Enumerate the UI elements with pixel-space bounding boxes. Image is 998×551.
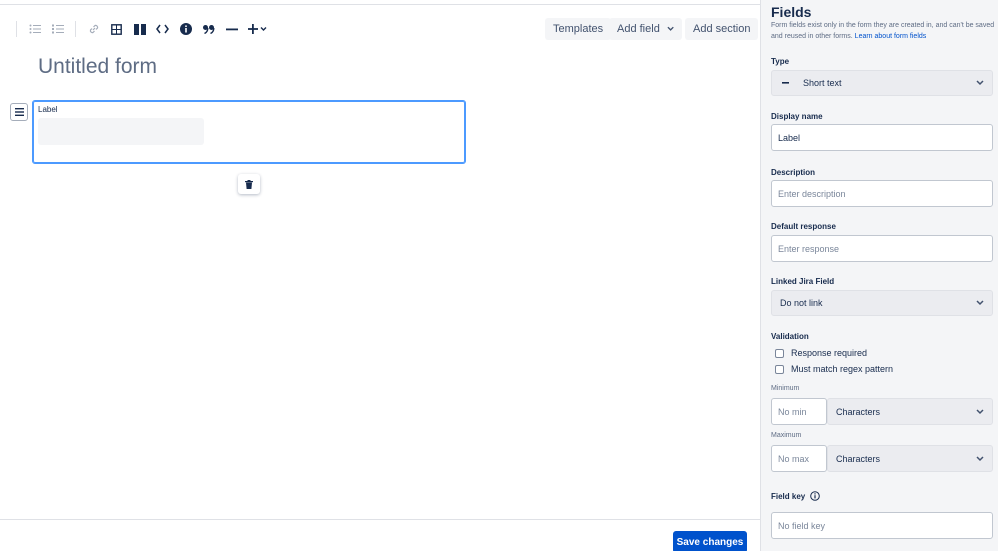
field-key-label-row: Field key — [771, 491, 821, 501]
linked-jira-label: Linked Jira Field — [771, 277, 835, 286]
max-unit-select[interactable]: Characters — [827, 445, 993, 472]
chevron-down-icon — [976, 455, 984, 461]
add-field-label: Add field — [617, 23, 660, 35]
field-key-input[interactable]: No field key — [771, 512, 993, 539]
chevron-down-icon — [976, 408, 984, 414]
templates-button[interactable]: Templates — [545, 18, 612, 40]
add-section-label: Add section — [693, 23, 751, 35]
min-input[interactable]: No min — [771, 398, 827, 425]
min-unit-value: Characters — [836, 406, 881, 417]
toolbar-separator — [16, 21, 17, 37]
save-changes-label: Save changes — [676, 536, 744, 548]
description-label: Description — [771, 168, 816, 177]
code-icon[interactable] — [152, 18, 174, 40]
panel-title: Fields — [771, 4, 812, 20]
default-response-label: Default response — [771, 222, 836, 231]
max-input[interactable]: No max — [771, 445, 827, 472]
numbered-list-icon[interactable] — [47, 18, 69, 40]
field-label: Label — [38, 105, 58, 114]
form-field-card[interactable]: Label — [32, 100, 466, 164]
minimum-label: Minimum — [771, 385, 800, 392]
regex-checkbox[interactable] — [775, 365, 784, 374]
field-key-label: Field key — [771, 491, 806, 501]
top-divider — [0, 4, 760, 5]
validation-label: Validation — [771, 332, 809, 341]
table-icon[interactable] — [106, 18, 128, 40]
drag-handle[interactable] — [10, 103, 28, 121]
trash-icon — [245, 179, 253, 189]
chevron-down-icon — [976, 80, 984, 86]
type-value: Short text — [803, 78, 842, 88]
bullet-list-icon[interactable] — [24, 18, 46, 40]
layout-icon[interactable] — [129, 18, 151, 40]
info-icon[interactable] — [810, 491, 821, 501]
regex-label[interactable]: Must match regex pattern — [791, 364, 893, 374]
add-section-button[interactable]: Add section — [685, 18, 759, 40]
field-preview-input — [38, 118, 204, 145]
display-name-label: Display name — [771, 112, 823, 121]
linked-jira-value: Do not link — [780, 298, 823, 308]
chevron-down-icon — [976, 300, 984, 306]
save-changes-button[interactable]: Save changes — [673, 531, 747, 551]
default-response-input[interactable]: Enter response — [771, 235, 993, 262]
drag-handle-icon — [14, 108, 24, 116]
short-text-icon — [782, 82, 789, 84]
quote-icon[interactable] — [198, 18, 220, 40]
divider-icon[interactable] — [221, 18, 243, 40]
add-field-button[interactable]: Add field — [609, 18, 682, 40]
fields-panel: Fields Form fields exist only in the for… — [760, 0, 998, 551]
footer-divider — [0, 519, 760, 520]
insert-icon[interactable] — [244, 18, 272, 40]
type-select[interactable]: Short text — [771, 70, 993, 96]
delete-field-button[interactable] — [238, 174, 260, 194]
type-label: Type — [771, 57, 790, 66]
toolbar-separator — [75, 21, 76, 37]
response-required-label[interactable]: Response required — [791, 348, 867, 358]
link-icon[interactable] — [83, 18, 105, 40]
panel-description: Form fields exist only in the form they … — [771, 20, 995, 42]
info-icon[interactable] — [175, 18, 197, 40]
maximum-label: Maximum — [771, 432, 802, 439]
response-required-checkbox[interactable] — [775, 349, 784, 358]
learn-more-link[interactable]: Learn about form fields — [855, 33, 927, 40]
linked-jira-select[interactable]: Do not link — [771, 290, 993, 316]
max-unit-value: Characters — [836, 453, 881, 464]
display-name-input[interactable]: Label — [771, 124, 993, 151]
form-editor: Templates Add field Add section Untitled… — [0, 0, 760, 551]
form-title[interactable]: Untitled form — [38, 55, 157, 79]
description-input[interactable]: Enter description — [771, 180, 993, 207]
templates-label: Templates — [553, 23, 604, 35]
min-unit-select[interactable]: Characters — [827, 398, 993, 425]
editor-toolbar — [10, 18, 272, 40]
chevron-down-icon — [667, 26, 674, 31]
